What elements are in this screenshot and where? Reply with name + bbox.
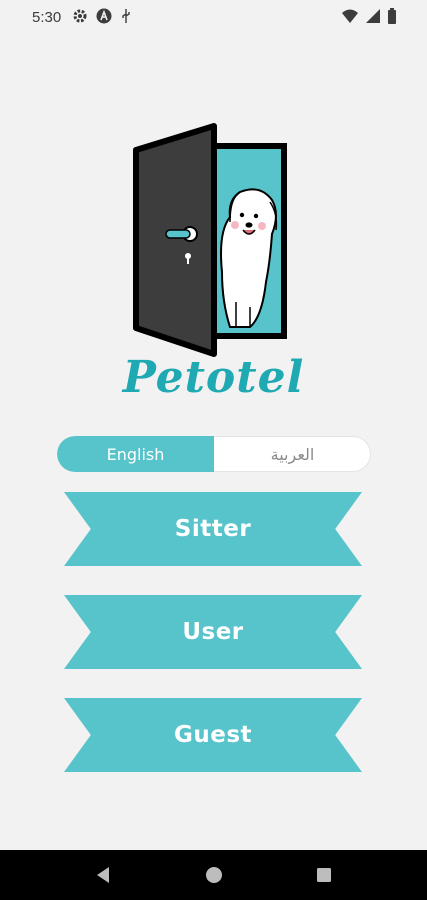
door-dog-illustration	[133, 123, 287, 357]
guest-button-label: Guest	[173, 722, 253, 748]
status-icons-right	[341, 8, 397, 24]
user-button[interactable]: User	[64, 595, 362, 669]
navigation-bar	[0, 850, 427, 900]
recents-icon	[317, 868, 331, 882]
signal-icon	[366, 9, 380, 23]
language-option-arabic[interactable]: العربية	[214, 436, 371, 472]
recents-button[interactable]	[294, 850, 354, 900]
home-button[interactable]	[184, 850, 244, 900]
sitter-button[interactable]: Sitter	[64, 492, 362, 566]
brand-name: Petotel	[122, 352, 305, 403]
status-icons-left	[72, 8, 132, 24]
back-button[interactable]	[73, 850, 133, 900]
battery-icon	[388, 8, 396, 24]
usb-icon	[122, 9, 130, 23]
a-badge-icon	[96, 8, 112, 24]
guest-button[interactable]: Guest	[64, 698, 362, 772]
wifi-icon	[342, 9, 358, 23]
language-option-english[interactable]: English	[57, 436, 214, 472]
logo	[130, 122, 290, 362]
language-toggle[interactable]: English العربية	[57, 436, 371, 472]
gear-icon	[73, 9, 87, 23]
home-icon	[206, 867, 222, 883]
user-button-label: User	[182, 619, 244, 645]
status-bar: 5:30	[0, 0, 427, 36]
sitter-button-label: Sitter	[174, 516, 252, 542]
status-time: 5:30	[32, 9, 62, 26]
back-icon	[97, 867, 109, 883]
